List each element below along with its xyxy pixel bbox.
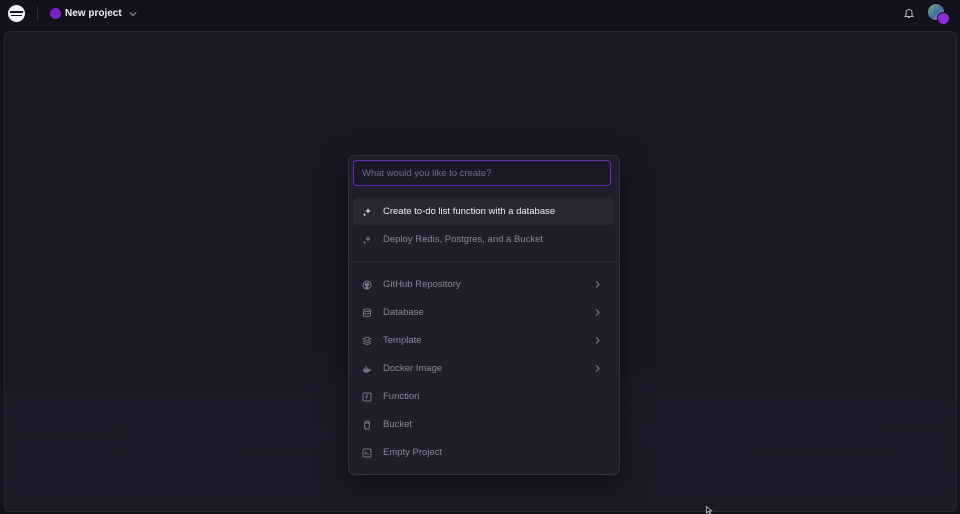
suggestion-todo-function[interactable]: Create to-do list function with a databa…	[353, 198, 613, 225]
github-icon	[362, 280, 372, 289]
option-empty-project[interactable]: Empty Project	[353, 439, 613, 466]
option-bucket[interactable]: Bucket	[353, 411, 613, 438]
suggestion-label: Deploy Redis, Postgres, and a Bucket	[383, 234, 544, 245]
terminal-icon	[362, 448, 372, 457]
option-database[interactable]: Database	[353, 299, 613, 326]
avatar-status-badge	[937, 12, 950, 25]
project-color-dot	[50, 8, 61, 19]
option-label: GitHub Repository	[383, 279, 461, 290]
layers-icon	[362, 336, 372, 345]
top-bar: New project	[0, 0, 960, 28]
option-label: Docker Image	[383, 363, 443, 374]
suggestion-label: Create to-do list function with a databa…	[383, 206, 556, 217]
option-template[interactable]: Template	[353, 327, 613, 354]
chevron-right-icon	[595, 281, 600, 288]
option-label: Database	[383, 307, 424, 318]
chevron-right-icon	[595, 309, 600, 316]
chevron-down-icon	[129, 11, 137, 16]
function-icon	[362, 392, 372, 401]
database-icon	[363, 307, 371, 317]
option-label: Template	[383, 335, 422, 346]
create-search-input[interactable]	[353, 160, 611, 186]
project-selector[interactable]: New project	[50, 6, 138, 21]
bucket-icon	[364, 420, 370, 429]
project-name: New project	[65, 8, 122, 19]
divider	[37, 6, 38, 21]
option-label: Function	[383, 391, 420, 402]
option-docker-image[interactable]: Docker Image	[353, 355, 613, 382]
chevron-right-icon	[595, 365, 600, 372]
create-menu: Create to-do list function with a databa…	[348, 155, 620, 475]
option-label: Bucket	[383, 419, 413, 430]
menu-divider	[349, 261, 619, 262]
option-function[interactable]: Function	[353, 383, 613, 410]
option-github-repository[interactable]: GitHub Repository	[353, 271, 613, 298]
suggestion-deploy-stack[interactable]: Deploy Redis, Postgres, and a Bucket	[353, 226, 613, 253]
sparkle-icon	[362, 235, 371, 244]
railway-logo-icon[interactable]	[8, 5, 25, 22]
chevron-right-icon	[595, 337, 600, 344]
option-label: Empty Project	[383, 447, 443, 458]
docker-icon	[362, 365, 372, 373]
sparkle-icon	[362, 207, 371, 216]
bell-icon[interactable]	[903, 7, 915, 19]
